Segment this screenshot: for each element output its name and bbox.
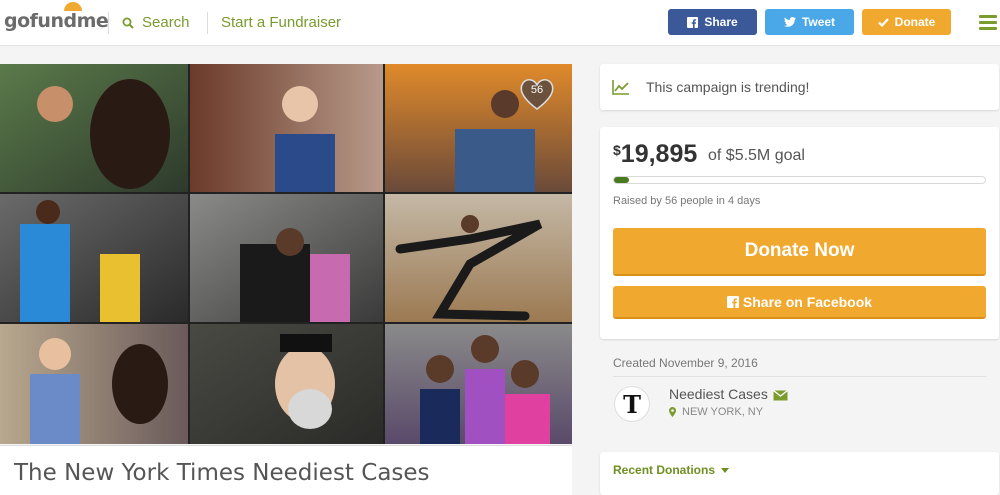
collage-image [0, 64, 572, 444]
share-facebook-label: Share on Facebook [742, 293, 873, 310]
nav-divider [207, 12, 208, 34]
tweet-button[interactable]: Tweet [765, 9, 854, 35]
logo-go: go [4, 10, 30, 32]
raised-text: Raised by 56 people in 4 days [613, 195, 761, 207]
menu-icon[interactable] [979, 15, 997, 33]
caret-down-icon [721, 467, 730, 473]
currency-symbol: $ [613, 142, 621, 158]
divider [613, 376, 986, 377]
donate-now-button[interactable]: Donate Now [613, 228, 986, 276]
logo-fund: fund [29, 10, 77, 32]
twitter-icon [783, 17, 796, 27]
logo-me: me [76, 10, 109, 32]
organizer-avatar[interactable]: T [614, 386, 650, 422]
recent-donations-toggle[interactable]: Recent Donations [613, 463, 730, 477]
search-label: Search [142, 14, 190, 31]
progress-fill [614, 177, 629, 183]
trending-icon [612, 80, 629, 95]
tweet-button-label: Tweet [801, 15, 836, 29]
donate-header-button[interactable]: Donate [862, 9, 951, 35]
location-pin-icon [669, 407, 676, 417]
goal-text: of $5.5M goal [708, 147, 805, 164]
mail-icon[interactable] [773, 390, 788, 401]
search-link[interactable]: Search [122, 14, 190, 31]
campaign-title: The New York Times Neediest Cases [14, 460, 430, 486]
logo-sun-icon [64, 2, 82, 11]
start-fundraiser-link[interactable]: Start a Fundraiser [221, 14, 341, 31]
facebook-icon [687, 16, 699, 28]
location-text: NEW YORK, NY [682, 406, 764, 418]
trending-text: This campaign is trending! [646, 79, 810, 95]
search-icon [122, 17, 134, 29]
recent-donations-label: Recent Donations [613, 463, 716, 477]
share-button-label: Share [704, 15, 738, 29]
organizer-location: NEW YORK, NY [669, 406, 763, 418]
top-navigation-bar: gofundme Search Start a Fundraiser Share… [0, 0, 1000, 46]
heart-count: 56 [530, 84, 544, 96]
share-button[interactable]: Share [668, 9, 757, 35]
progress-bar [613, 176, 986, 184]
donate-header-label: Donate [894, 15, 936, 29]
check-icon [877, 17, 889, 27]
share-facebook-button[interactable]: Share on Facebook [613, 286, 986, 319]
organizer-name[interactable]: Neediest Cases [669, 386, 768, 402]
amount-raised: $19,895 [613, 140, 697, 169]
created-date: Created November 9, 2016 [613, 356, 758, 370]
facebook-icon [726, 295, 739, 308]
nav-divider [108, 12, 109, 34]
gofundme-logo[interactable]: gofundme [4, 2, 109, 32]
campaign-photo-collage [0, 64, 572, 444]
amount-value: 19,895 [620, 140, 698, 168]
